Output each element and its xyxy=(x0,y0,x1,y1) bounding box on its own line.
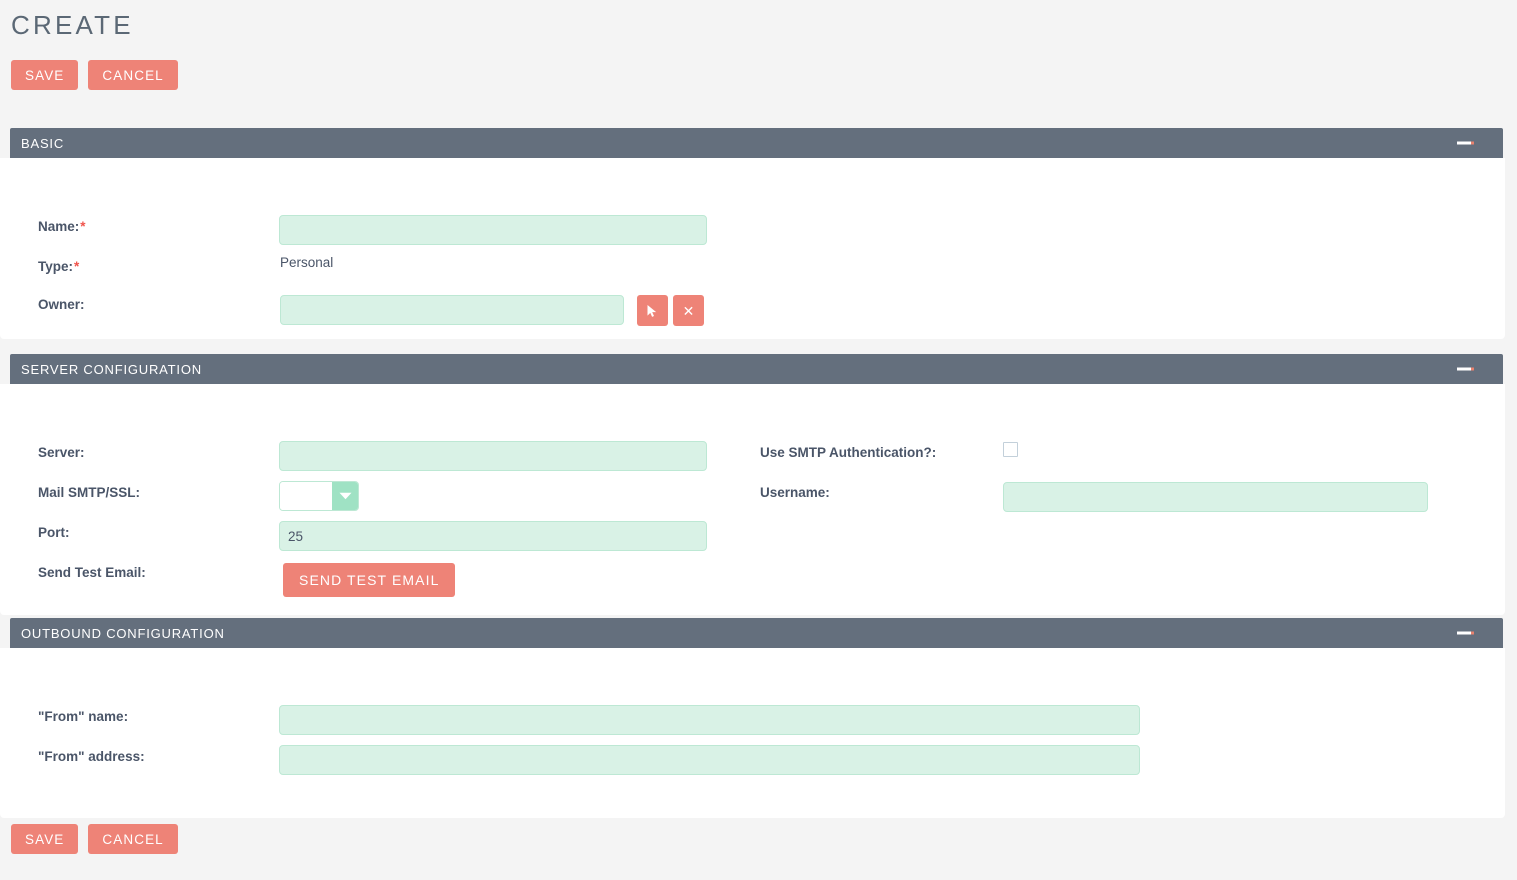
panel-server-configuration-title: SERVER CONFIGURATION xyxy=(21,362,202,377)
owner-input[interactable] xyxy=(280,295,624,325)
cancel-button-top[interactable]: CANCEL xyxy=(88,60,177,90)
cursor-arrow-icon xyxy=(646,304,659,318)
page-root: CREATE SAVE CANCEL BASIC Name:* Type:* P… xyxy=(0,0,1517,880)
username-input[interactable] xyxy=(1003,482,1428,512)
toolbar-top: SAVE CANCEL xyxy=(11,60,178,90)
type-value: Personal xyxy=(280,255,333,270)
page-title: CREATE xyxy=(11,10,134,41)
field-row-use-smtp-authentication: Use SMTP Authentication?: xyxy=(760,445,936,460)
name-input[interactable] xyxy=(279,215,707,245)
field-row-server: Server: xyxy=(38,445,85,460)
panel-outbound-configuration: OUTBOUND CONFIGURATION "From" name: "Fro… xyxy=(0,618,1505,818)
cancel-button-bottom[interactable]: CANCEL xyxy=(88,824,177,854)
from-address-label: "From" address: xyxy=(38,749,145,764)
save-button-bottom[interactable]: SAVE xyxy=(11,824,78,854)
field-row-from-name: "From" name: xyxy=(38,709,128,724)
server-label: Server: xyxy=(38,445,85,460)
field-row-type: Type:* xyxy=(38,259,79,274)
close-x-icon: ✕ xyxy=(683,304,695,318)
panel-server-configuration-header[interactable]: SERVER CONFIGURATION xyxy=(10,354,1503,384)
send-test-email-label: Send Test Email: xyxy=(38,565,146,580)
from-name-input[interactable] xyxy=(279,705,1140,735)
save-button-top[interactable]: SAVE xyxy=(11,60,78,90)
owner-select-button[interactable] xyxy=(637,295,668,326)
mail-smtp-ssl-label: Mail SMTP/SSL: xyxy=(38,485,140,500)
field-row-send-test-email: Send Test Email: xyxy=(38,565,146,580)
field-row-name: Name:* xyxy=(38,219,86,234)
mail-smtp-ssl-select[interactable] xyxy=(279,481,359,511)
field-row-username: Username: xyxy=(760,485,830,500)
port-label: Port: xyxy=(38,525,70,540)
send-test-email-button[interactable]: SEND TEST EMAIL xyxy=(283,563,455,597)
toolbar-bottom: SAVE CANCEL xyxy=(11,824,178,854)
minus-icon[interactable] xyxy=(1457,365,1474,374)
owner-label: Owner: xyxy=(38,297,85,312)
required-asterisk: * xyxy=(80,219,85,234)
field-row-owner: Owner: xyxy=(38,297,85,312)
owner-clear-button[interactable]: ✕ xyxy=(673,295,704,326)
mail-smtp-ssl-selected-value xyxy=(280,482,332,510)
field-row-mail-smtp-ssl: Mail SMTP/SSL: xyxy=(38,485,140,500)
username-label: Username: xyxy=(760,485,830,500)
from-address-input[interactable] xyxy=(279,745,1140,775)
panel-basic-body: Name:* Type:* Personal Owner: ✕ xyxy=(0,158,1505,339)
panel-outbound-configuration-header[interactable]: OUTBOUND CONFIGURATION xyxy=(10,618,1503,648)
type-label: Type:* xyxy=(38,259,79,274)
field-row-from-address: "From" address: xyxy=(38,749,145,764)
panel-basic-title: BASIC xyxy=(21,136,64,151)
use-smtp-authentication-label: Use SMTP Authentication?: xyxy=(760,445,936,460)
from-name-label: "From" name: xyxy=(38,709,128,724)
chevron-down-icon[interactable] xyxy=(332,482,358,510)
panel-outbound-configuration-body: "From" name: "From" address: xyxy=(0,648,1505,818)
minus-icon[interactable] xyxy=(1457,629,1474,638)
use-smtp-authentication-checkbox[interactable] xyxy=(1003,442,1018,457)
minus-icon[interactable] xyxy=(1457,139,1474,148)
panel-server-configuration-body: Server: Mail SMTP/SSL: Port: Send Test E… xyxy=(0,384,1505,615)
port-input[interactable] xyxy=(279,521,707,551)
panel-outbound-configuration-title: OUTBOUND CONFIGURATION xyxy=(21,626,225,641)
required-asterisk: * xyxy=(74,259,79,274)
panel-basic: BASIC Name:* Type:* Personal Owner: xyxy=(0,128,1505,339)
server-input[interactable] xyxy=(279,441,707,471)
name-label: Name:* xyxy=(38,219,86,234)
panel-server-configuration: SERVER CONFIGURATION Server: Mail SMTP/S… xyxy=(0,354,1505,615)
panel-basic-header[interactable]: BASIC xyxy=(10,128,1503,158)
field-row-port: Port: xyxy=(38,525,70,540)
